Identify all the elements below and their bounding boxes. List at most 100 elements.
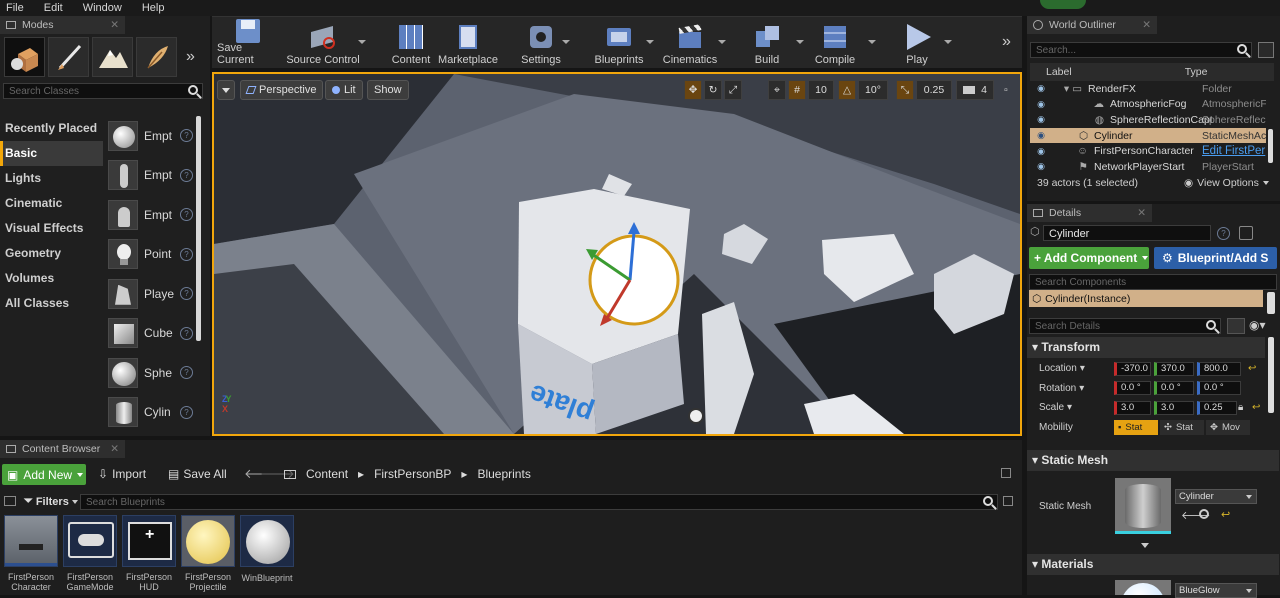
category-all-classes[interactable]: All Classes (0, 291, 103, 316)
grid-snap-icon[interactable]: # (788, 80, 806, 100)
scale-z-input[interactable]: 0.25 (1197, 400, 1237, 415)
outliner-search-input[interactable]: Search... (1030, 42, 1252, 58)
mobility-static-option[interactable]: ▪ Stat (1114, 419, 1158, 435)
edit-blueprint-link[interactable]: Edit FirstPer (1202, 145, 1266, 157)
eye-icon[interactable]: ◉ (1034, 114, 1048, 125)
rotation-z-input[interactable]: 0.0 ° (1197, 381, 1241, 396)
play-dropdown-icon[interactable] (944, 40, 952, 44)
blueprints-button[interactable]: Blueprints (590, 17, 648, 69)
location-x-input[interactable]: -370.0 (1114, 361, 1151, 376)
cinematics-dropdown-icon[interactable] (718, 40, 726, 44)
place-item-player-start[interactable]: Playe ? (105, 274, 193, 314)
eye-icon[interactable]: ◉▾ (1249, 318, 1266, 332)
search-components-input[interactable]: Search Components (1029, 274, 1277, 290)
place-item-empty-character[interactable]: Empt ? (105, 156, 193, 196)
search-blueprints-input[interactable]: Search Blueprints (80, 494, 998, 510)
maximize-viewport-icon[interactable]: ▫ (998, 80, 1014, 100)
import-button[interactable]: ⇩ Import (98, 467, 146, 481)
material-dropdown[interactable]: BlueGlow (1175, 583, 1257, 598)
world-outliner-tab[interactable]: World Outliner ✕ (1027, 16, 1157, 34)
sources-panel-icon[interactable] (4, 496, 16, 506)
show-button[interactable]: Show (367, 80, 409, 100)
add-component-button[interactable]: + Add Component (1029, 247, 1149, 269)
category-geometry[interactable]: Geometry (0, 241, 103, 266)
asset-tile[interactable]: + FirstPerson HUD (122, 515, 176, 592)
outliner-row[interactable]: ◉ ▾ ▭ RenderFX Folder (1030, 81, 1266, 97)
place-mode-icon[interactable] (4, 37, 45, 77)
level-viewport[interactable]: plate Perspective Lit Show ✥ ↻ ⤢ ⌖ # 10 … (212, 72, 1022, 436)
outliner-scrollbar[interactable] (1268, 129, 1273, 163)
reset-icon[interactable]: ↩ (1252, 402, 1260, 413)
category-recently-placed[interactable]: Recently Placed (0, 116, 103, 141)
landscape-mode-icon[interactable] (92, 37, 133, 77)
modes-tab[interactable]: Modes ✕ (0, 16, 125, 34)
grid-snap-value[interactable]: 10 (808, 80, 834, 100)
outliner-row[interactable]: ◉ ◍ SphereReflectionCapt SphereReflec (1030, 112, 1266, 128)
actor-name-input[interactable]: Cylinder (1043, 225, 1211, 241)
place-item-cylinder[interactable]: Cylin ? (105, 393, 193, 433)
components-scrollbar[interactable] (1267, 292, 1275, 314)
help-icon[interactable]: ? (180, 208, 193, 222)
lock-icon[interactable]: 🔒︎ (1238, 402, 1243, 413)
build-dropdown-icon[interactable] (796, 40, 804, 44)
expand-arrow-icon[interactable] (1141, 543, 1149, 548)
search-details-input[interactable]: Search Details (1029, 318, 1221, 334)
help-icon[interactable]: ? (180, 168, 193, 182)
settings-dropdown-icon[interactable] (562, 40, 570, 44)
foliage-mode-icon[interactable] (136, 37, 177, 77)
build-button[interactable]: Build (750, 17, 784, 69)
lock-icon[interactable] (1001, 468, 1011, 478)
static-mesh-dropdown[interactable]: Cylinder (1175, 489, 1257, 504)
place-item-cube[interactable]: Cube ? (105, 314, 193, 354)
label-column-header[interactable]: Label (1046, 66, 1072, 78)
paint-mode-icon[interactable] (48, 37, 89, 77)
help-icon[interactable]: ? (180, 247, 193, 261)
perspective-button[interactable]: Perspective (240, 80, 324, 100)
close-icon[interactable]: ✕ (110, 19, 119, 31)
reset-icon[interactable]: ↩ (1221, 508, 1230, 521)
scale-x-input[interactable]: 3.0 (1114, 400, 1151, 415)
cinematics-button[interactable]: Cinematics (660, 17, 720, 69)
content-browser-tab[interactable]: Content Browser ✕ (0, 440, 125, 458)
outliner-settings-icon[interactable] (1258, 42, 1274, 58)
place-item-empty-pawn[interactable]: Empt ? (105, 195, 193, 235)
blueprint-add-script-button[interactable]: ⚙ Blueprint/Add S (1154, 247, 1277, 269)
camera-speed-button[interactable]: 4 (956, 80, 994, 100)
rotation-x-input[interactable]: 0.0 ° (1114, 381, 1151, 396)
lock-icon[interactable] (1239, 226, 1253, 240)
rotation-snap-icon[interactable]: △ (838, 80, 856, 100)
category-volumes[interactable]: Volumes (0, 266, 103, 291)
details-tab[interactable]: Details ✕ (1027, 204, 1152, 222)
menu-file[interactable]: File (6, 2, 24, 14)
browse-search-icon[interactable] (1199, 509, 1209, 519)
scale-y-input[interactable]: 3.0 (1154, 400, 1194, 415)
eye-icon[interactable]: ◉ (1034, 130, 1048, 141)
breadcrumb-firstpersonbp[interactable]: FirstPersonBP (374, 467, 451, 481)
place-item-point-light[interactable]: Point ? (105, 235, 193, 275)
eye-icon[interactable]: ◉ (1034, 99, 1048, 110)
static-mesh-section-header[interactable]: ▾ Static Mesh (1027, 450, 1279, 471)
scale-tool-icon[interactable]: ⤢ (724, 80, 742, 100)
menu-window[interactable]: Window (83, 2, 122, 14)
settings-button[interactable]: Settings (518, 17, 564, 69)
translate-tool-icon[interactable]: ✥ (684, 80, 702, 100)
location-y-input[interactable]: 370.0 (1154, 361, 1194, 376)
help-icon[interactable]: ? (1217, 227, 1230, 240)
toolbar-overflow-icon[interactable]: » (1002, 33, 1011, 51)
type-column-header[interactable]: Type (1185, 66, 1208, 78)
breadcrumb-blueprints[interactable]: Blueprints (477, 467, 530, 481)
details-scrollbar[interactable] (1268, 337, 1274, 413)
place-item-empty-actor[interactable]: Empt ? (105, 116, 193, 156)
search-classes-input[interactable]: Search Classes (3, 83, 203, 99)
reset-icon[interactable]: ↩ (1248, 363, 1256, 374)
surface-snap-icon[interactable]: ⌖ (768, 80, 786, 100)
rotation-snap-value[interactable]: 10° (858, 80, 888, 100)
asset-tile[interactable]: FirstPerson Character (4, 515, 58, 592)
asset-tile[interactable]: WinBlueprint (240, 515, 294, 583)
rotation-y-input[interactable]: 0.0 ° (1154, 381, 1194, 396)
asset-tile[interactable]: FirstPerson Projectile (181, 515, 235, 592)
component-instance-row[interactable]: ⬡ Cylinder(Instance) (1029, 290, 1263, 307)
compile-button[interactable]: Compile (814, 17, 856, 69)
compile-dropdown-icon[interactable] (868, 40, 876, 44)
scale-snap-icon[interactable]: ⤡ (896, 80, 914, 100)
